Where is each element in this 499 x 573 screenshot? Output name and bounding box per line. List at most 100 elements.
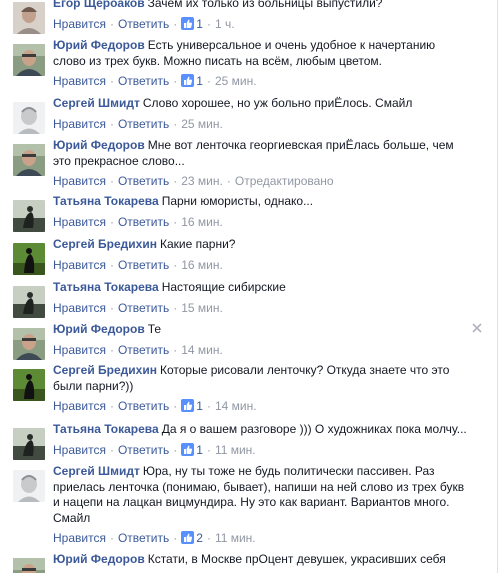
separator: · [109, 300, 114, 315]
comment-meta: Нравится · Ответить · 16 мин. [53, 257, 467, 273]
comment-body: Егор Щероаков Зачем их только из больницы… [53, 0, 467, 32]
reply-link[interactable]: Ответить [118, 258, 169, 272]
comment-timestamp[interactable]: 1 ч. [215, 17, 235, 31]
comment-timestamp[interactable]: 15 мин. [181, 301, 223, 315]
separator: · [109, 257, 114, 272]
avatar[interactable] [13, 102, 45, 134]
comment-meta: Нравится · Ответить · 1 · 14 мин. [53, 398, 467, 414]
comment-meta: Нравится · Ответить · 15 мин. [53, 300, 467, 316]
avatar[interactable] [13, 286, 45, 318]
comment-author-link[interactable]: Сергей Шмидт [53, 96, 140, 110]
avatar[interactable] [13, 470, 45, 502]
avatar[interactable] [13, 558, 45, 573]
separator: · [173, 174, 178, 188]
separator: · [206, 16, 211, 31]
separator: · [109, 342, 114, 357]
comment-text: Какие парни? [159, 237, 236, 251]
comment-meta: Нравится · Ответить · 25 мин. [53, 116, 467, 132]
edited-label[interactable]: Отредактировано [235, 174, 334, 188]
close-icon[interactable] [472, 322, 482, 333]
avatar[interactable] [13, 369, 45, 401]
comment-content: Юрий Федоров Мне вот ленточка георгиевска… [53, 138, 467, 169]
comment-meta: Нравится · Ответить · 23 мин. · Отредактирован… [53, 173, 467, 189]
reply-link[interactable]: Ответить [118, 17, 169, 31]
comment-meta: Нравится · Ответить · 2 · 11 мин. [53, 530, 467, 546]
comment-content: Егор Щероаков Зачем их только из больницы… [53, 0, 467, 12]
reply-link[interactable]: Ответить [118, 443, 169, 457]
comment-body: Татьяна Токарева Да я о вашем разговоре )… [53, 422, 467, 458]
comment-author-link[interactable]: Татьяна Токарева [53, 422, 159, 436]
reply-link[interactable]: Ответить [118, 399, 169, 413]
comment-body: Сергей Бредихин Какие парни? Нравится · Отве… [53, 237, 467, 273]
avatar[interactable] [13, 144, 45, 176]
comment-author-link[interactable]: Юрий Федоров [53, 38, 145, 52]
avatar[interactable] [13, 328, 45, 360]
separator: · [109, 174, 114, 188]
like-link[interactable]: Нравится [53, 399, 106, 413]
like-link[interactable]: Нравится [53, 443, 106, 457]
avatar[interactable] [13, 44, 45, 76]
comment-timestamp[interactable]: 23 мин. [181, 174, 223, 188]
reply-link[interactable]: Ответить [118, 343, 169, 357]
comment-meta: Нравится · Ответить · 16 мин. [53, 214, 467, 230]
separator: · [109, 442, 114, 457]
comment-content: Юрий Федоров Есть универсальное и очень у… [53, 38, 467, 69]
comment-author-link[interactable]: Сергей Бредихин [53, 237, 157, 251]
reply-link[interactable]: Ответить [118, 117, 169, 131]
like-count[interactable]: 1 [181, 74, 203, 88]
comment-meta: Нравится · Ответить · 14 мин. [53, 342, 467, 358]
avatar[interactable] [13, 243, 45, 275]
comment-timestamp[interactable]: 16 мин. [181, 215, 223, 229]
comment-author-link[interactable]: Татьяна Токарева [53, 280, 159, 294]
like-link[interactable]: Нравится [53, 174, 106, 188]
comment-timestamp[interactable]: 25 мин. [181, 117, 223, 131]
separator: · [173, 116, 178, 131]
comment-content: Сергей Бредихин Какие парни? [53, 237, 467, 253]
comment-timestamp[interactable]: 11 мин. [215, 531, 256, 545]
separator: · [206, 399, 211, 413]
comment-author-link[interactable]: Егор Щероаков [53, 0, 145, 10]
comment-content: Сергей Шмидт Юра, ну ты тоже не будь поли… [53, 464, 467, 526]
avatar[interactable] [13, 428, 45, 460]
comment-timestamp[interactable]: 25 мин. [215, 74, 257, 88]
comment-author-link[interactable]: Юрий Федоров [53, 138, 145, 152]
like-link[interactable]: Нравится [53, 531, 106, 545]
reply-link[interactable]: Ответить [118, 215, 169, 229]
separator: · [173, 342, 178, 357]
comment-author-link[interactable]: Сергей Бредихин [53, 363, 157, 377]
like-count[interactable]: 1 [181, 16, 203, 31]
like-link[interactable]: Нравится [53, 343, 106, 357]
like-link[interactable]: Нравится [53, 215, 106, 229]
comment-author-link[interactable]: Юрий Федоров [53, 322, 145, 336]
reply-link[interactable]: Ответить [118, 74, 169, 88]
comment-author-link[interactable]: Татьяна Токарева [53, 194, 159, 208]
separator: · [109, 74, 114, 88]
separator: · [173, 257, 178, 272]
like-link[interactable]: Нравится [53, 74, 106, 88]
comment-timestamp[interactable]: 14 мин. [181, 343, 223, 357]
comment-timestamp[interactable]: 11 мин. [215, 443, 256, 457]
like-count[interactable]: 1 [181, 399, 203, 413]
comment-body: Юрий Федоров Кстати, в Москве прОцент дев… [53, 552, 467, 568]
comment-timestamp[interactable]: 16 мин. [181, 258, 223, 272]
separator: · [109, 214, 114, 229]
comment-body: Сергей Шмидт Юра, ну ты тоже не будь поли… [53, 464, 467, 546]
comment-author-link[interactable]: Сергей Шмидт [53, 464, 140, 478]
avatar[interactable] [13, 2, 45, 34]
comment-timestamp[interactable]: 14 мин. [215, 399, 257, 413]
like-link[interactable]: Нравится [53, 301, 106, 315]
thumbs-up-icon [181, 399, 195, 412]
comment-author-link[interactable]: Юрий Федоров [53, 552, 145, 566]
like-count[interactable]: 2 [181, 531, 203, 545]
like-link[interactable]: Нравится [53, 258, 106, 272]
like-link[interactable]: Нравится [53, 117, 106, 131]
reply-link[interactable]: Ответить [118, 531, 169, 545]
comment-meta: Нравится · Ответить · 1 · 1 ч. [53, 16, 467, 32]
separator: · [109, 531, 114, 545]
reply-link[interactable]: Ответить [118, 301, 169, 315]
avatar[interactable] [13, 200, 45, 232]
like-link[interactable]: Нравится [53, 17, 106, 31]
reply-link[interactable]: Ответить [118, 174, 169, 188]
comment-content: Татьяна Токарева Настоящие сибирские [53, 280, 467, 296]
like-count[interactable]: 1 [181, 442, 203, 457]
